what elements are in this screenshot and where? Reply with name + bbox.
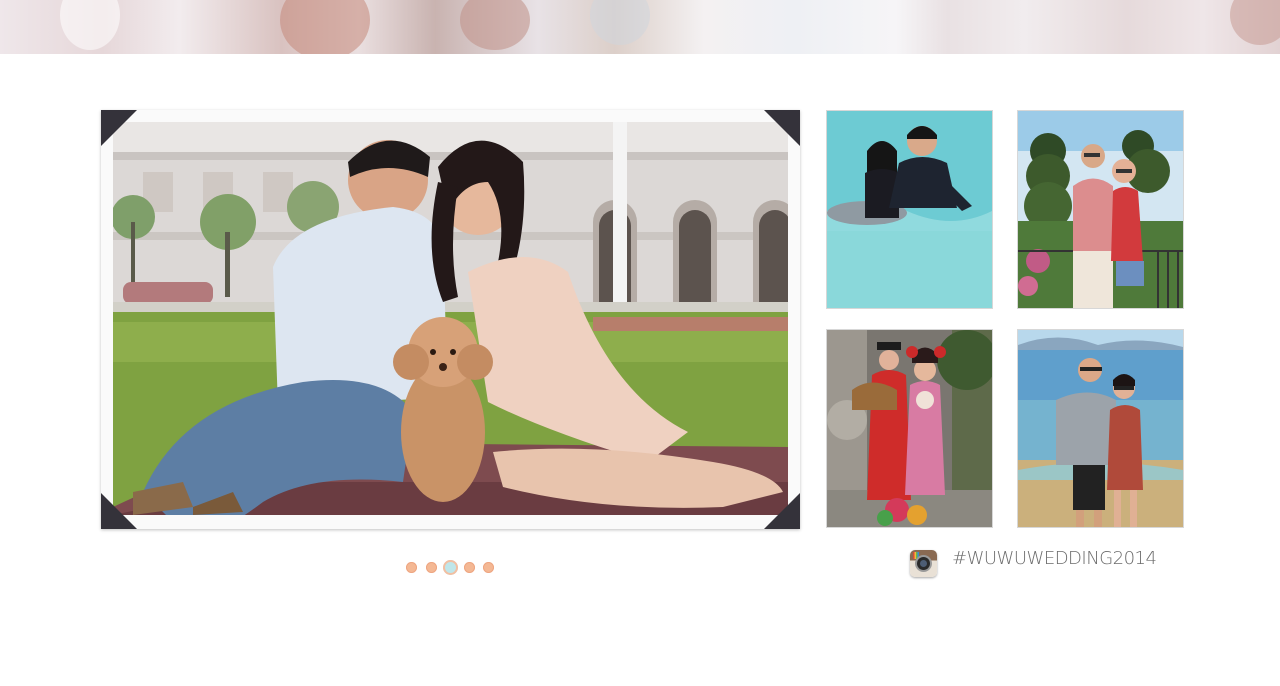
couple-with-poodle-photo[interactable] bbox=[113, 122, 788, 515]
instagram-hashtag-link[interactable]: #WUWUWEDDING2014 bbox=[952, 548, 1157, 569]
header-banner bbox=[0, 0, 1280, 54]
photo-corner-top-right bbox=[764, 110, 800, 146]
pagination-dot-2[interactable] bbox=[426, 562, 437, 573]
pagination-dot-5[interactable] bbox=[483, 562, 494, 573]
instagram-icon-lens bbox=[917, 557, 930, 570]
pagination-dot-3-active[interactable] bbox=[443, 560, 458, 575]
photo-corner-bottom-left bbox=[101, 493, 137, 529]
photo-corner-bottom-right bbox=[764, 493, 800, 529]
slideshow-pagination bbox=[406, 560, 498, 576]
pagination-dot-4[interactable] bbox=[464, 562, 475, 573]
lake-shore-photo[interactable] bbox=[1017, 329, 1184, 528]
topiary-garden-photo[interactable] bbox=[1017, 110, 1184, 309]
photo-corner-top-left bbox=[101, 110, 137, 146]
pagination-dot-1[interactable] bbox=[406, 562, 417, 573]
instagram-icon[interactable] bbox=[910, 550, 937, 577]
slideshow-frame bbox=[101, 110, 800, 529]
costume-photo[interactable] bbox=[826, 329, 993, 528]
dolphin-swim-photo[interactable] bbox=[826, 110, 993, 309]
